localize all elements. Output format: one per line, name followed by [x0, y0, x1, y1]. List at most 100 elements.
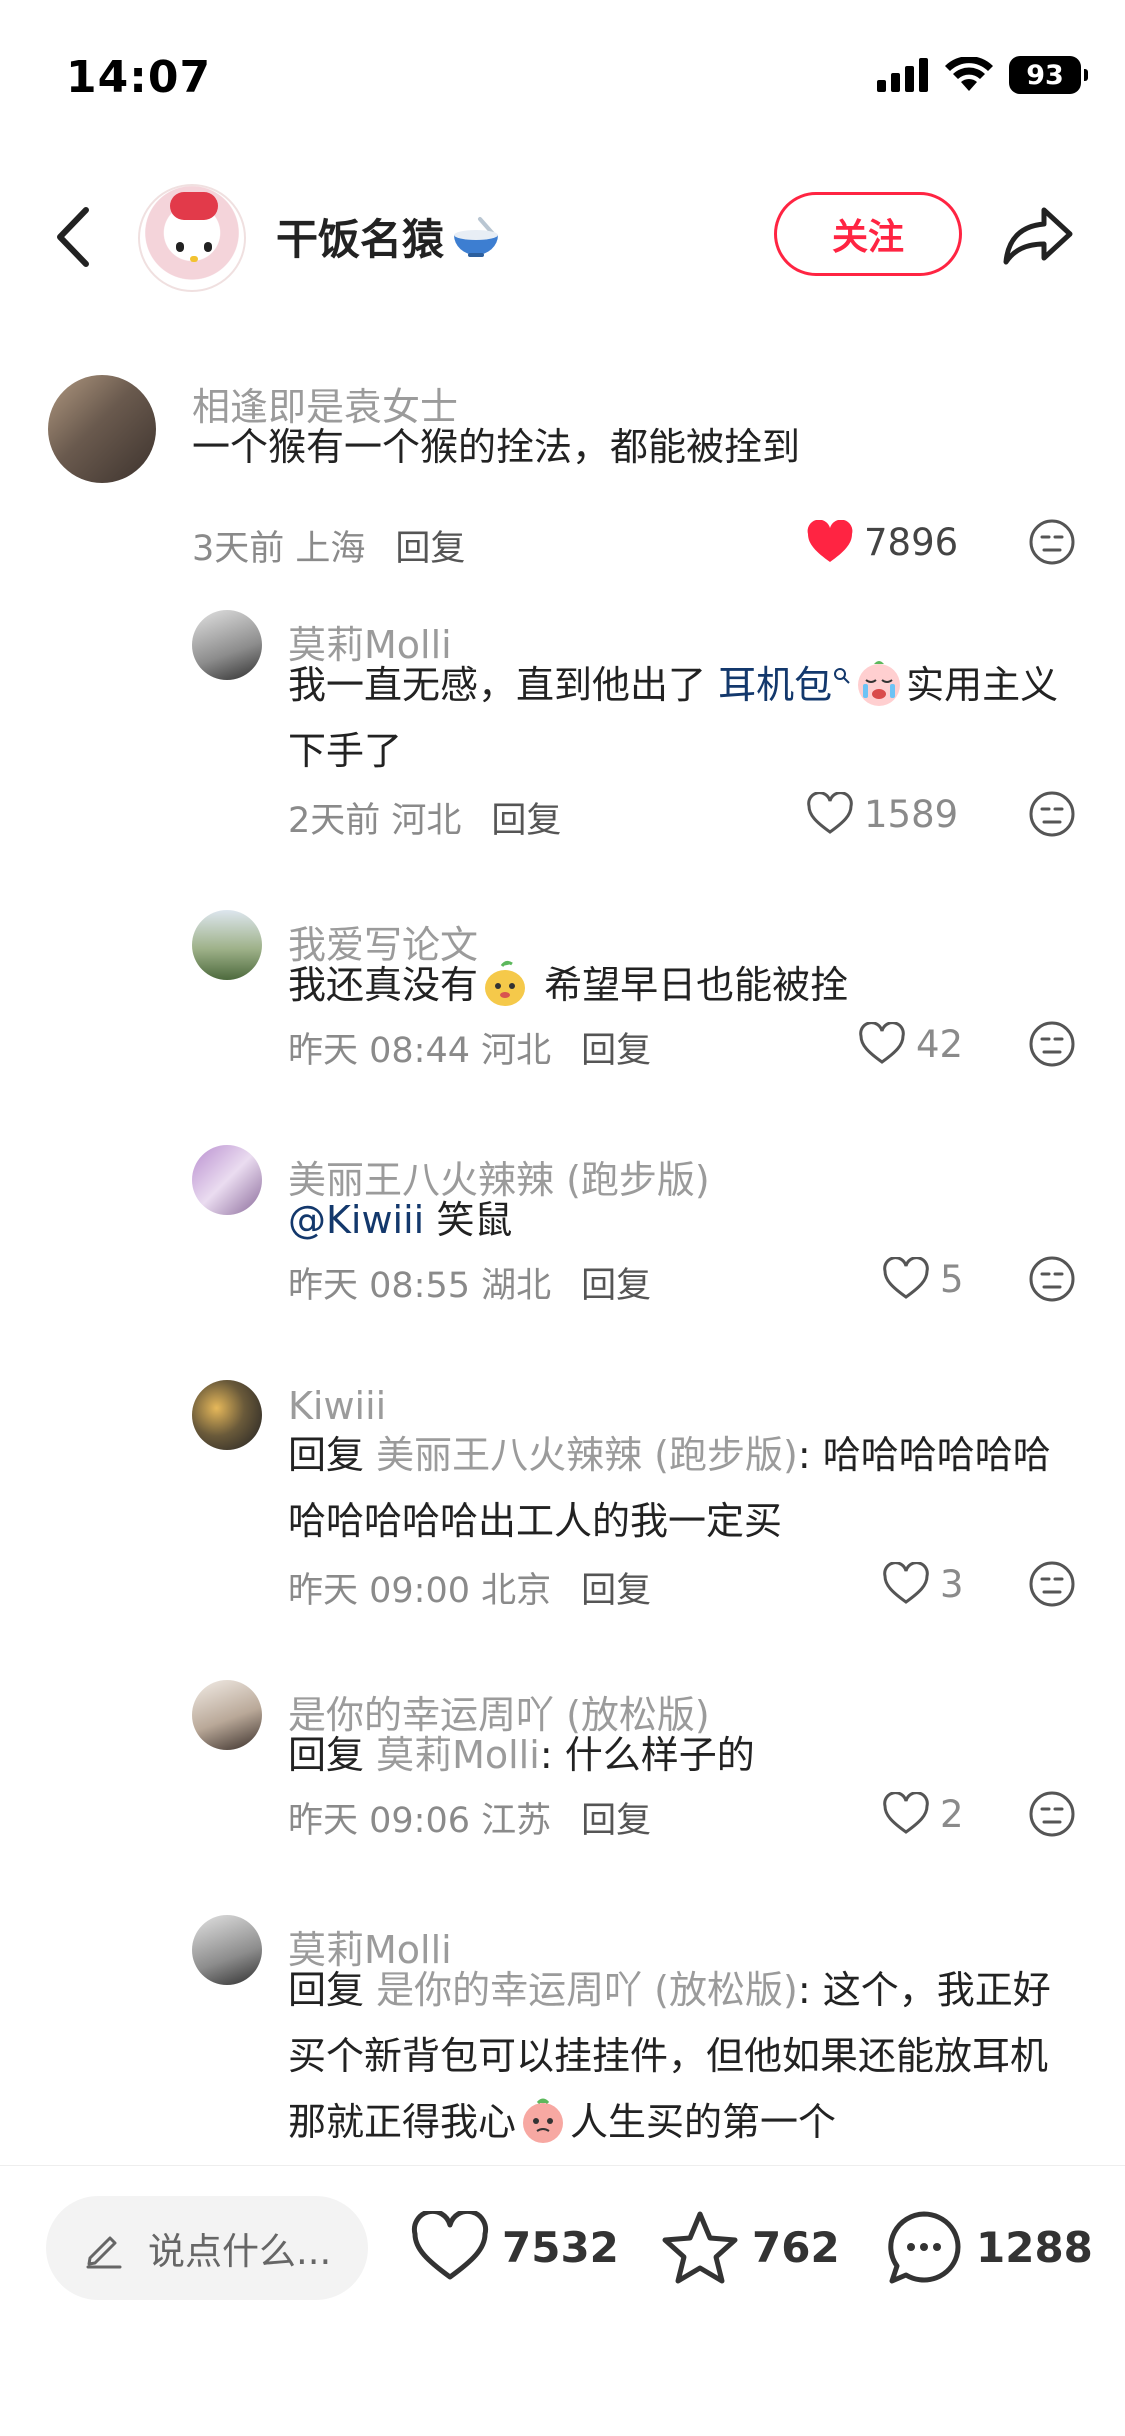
note-comment-count: 1288 [976, 2222, 1093, 2272]
comment-item: 莫莉Molli 回复 是你的幸运周吖 (放松版): 这个，我正好买个新背包可以挂… [0, 1915, 1125, 2165]
comment-text[interactable]: 回复 莫莉Molli: 什么样子的 [288, 1722, 1078, 1788]
comment-meta: 3天前 上海 回复 [192, 520, 465, 571]
like-count: 2 [940, 1792, 964, 1836]
like-count: 5 [940, 1257, 964, 1301]
back-icon[interactable] [50, 202, 100, 272]
reply-to-name[interactable]: 美丽王八火辣辣 (跑步版) [376, 1433, 798, 1477]
dislike-face-icon[interactable] [1028, 1560, 1076, 1608]
follow-button[interactable]: 关注 [774, 192, 962, 276]
pear-emoji-icon [485, 960, 526, 1006]
battery-icon: 93 [1009, 56, 1088, 94]
comment-input-placeholder: 说点什么... [148, 2230, 332, 2273]
comment-time-location: 昨天 09:00 北京 [288, 1571, 552, 1611]
comment-button[interactable]: 1288 [884, 2202, 1093, 2292]
comment-text[interactable]: 回复 是你的幸运周吖 (放松版): 这个，我正好买个新背包可以挂挂件，但他如果还… [288, 1957, 1078, 2155]
avatar[interactable] [192, 910, 262, 980]
comment-time-location: 昨天 09:06 江苏 [288, 1801, 552, 1841]
note-like-count: 7532 [502, 2222, 619, 2272]
comment-item: Kiwiii 回复 美丽王八火辣辣 (跑步版): 哈哈哈哈哈哈哈哈哈哈哈出工人的… [0, 1380, 1125, 1670]
comment-meta: 昨天 09:06 江苏 回复 [288, 1792, 651, 1843]
reply-button[interactable]: 回复 [581, 1031, 651, 1071]
reply-button[interactable]: 回复 [581, 1266, 651, 1306]
wifi-icon [945, 57, 993, 91]
reply-button[interactable]: 回复 [581, 1571, 651, 1611]
author-name[interactable]: 干饭名猿 [276, 206, 502, 267]
heart-icon [807, 792, 853, 834]
comment-item: 是你的幸运周吖 (放松版) 回复 莫莉Molli: 什么样子的 昨天 09:06… [0, 1680, 1125, 1910]
like-button[interactable]: 1589 [806, 784, 958, 844]
avatar-bow [170, 192, 218, 220]
dislike-face-icon[interactable] [1028, 518, 1076, 566]
heart-icon [859, 1022, 905, 1064]
comment-text[interactable]: 我一直无感，直到他出了 耳机包 实用主义下手了 [288, 652, 1078, 784]
comment-item: 美丽王八火辣辣 (跑步版) @Kiwiii 笑鼠 昨天 08:55 湖北 回复 5 [0, 1145, 1125, 1375]
status-bar: 14:07 93 [0, 0, 1125, 150]
signal-icon [877, 58, 928, 92]
heart-icon [883, 1562, 929, 1604]
heart-icon [883, 1792, 929, 1834]
reply-to-name[interactable]: 是你的幸运周吖 (放松版) [376, 1968, 798, 2012]
comment-text[interactable]: 回复 美丽王八火辣辣 (跑步版): 哈哈哈哈哈哈哈哈哈哈哈出工人的我一定买 [288, 1422, 1078, 1554]
like-button[interactable]: 42 [858, 1014, 963, 1074]
heart-icon [411, 2211, 489, 2280]
crying-emoji-icon [858, 661, 901, 706]
comment-item: 我爱写论文 我还真没有 希望早日也能被拴 昨天 08:44 河北 回复 42 [0, 910, 1125, 1140]
like-note-button[interactable]: 7532 [410, 2202, 619, 2292]
author-avatar[interactable] [138, 184, 246, 292]
comment-time-location: 昨天 08:44 河北 [288, 1031, 552, 1071]
topic-link[interactable]: 耳机包 [718, 663, 832, 707]
share-icon[interactable] [1000, 200, 1076, 272]
note-header: 干饭名猿 关注 [0, 170, 1125, 300]
note-collect-count: 762 [752, 2222, 840, 2272]
reply-to-name[interactable]: 莫莉Molli [376, 1733, 540, 1777]
avatar[interactable] [192, 1915, 262, 1985]
comment-meta: 2天前 河北 回复 [288, 792, 561, 843]
comment-text[interactable]: 我还真没有 希望早日也能被拴 [288, 952, 1078, 1018]
dislike-face-icon[interactable] [1028, 1255, 1076, 1303]
like-button[interactable]: 5 [882, 1249, 964, 1309]
avatar[interactable] [192, 1145, 262, 1215]
comment-input[interactable]: 说点什么... [46, 2196, 368, 2300]
bowl-emoji-icon [454, 216, 499, 257]
author-name-text: 干饭名猿 [276, 215, 445, 264]
comment-time-location: 3天前 上海 [192, 529, 366, 569]
peach-emoji-icon [523, 2098, 564, 2143]
dislike-face-icon[interactable] [1028, 1020, 1076, 1068]
search-small-icon [834, 668, 850, 684]
avatar[interactable] [192, 1680, 262, 1750]
heart-icon [807, 520, 853, 562]
comment-text[interactable]: 一个猴有一个猴的拴法，都能被拴到 [192, 414, 1052, 480]
star-icon [662, 2211, 738, 2284]
comment-bubble-icon [888, 2211, 961, 2284]
heart-icon [883, 1257, 929, 1299]
collect-button[interactable]: 762 [660, 2202, 840, 2292]
reply-button[interactable]: 回复 [581, 1801, 651, 1841]
like-button[interactable]: 3 [882, 1554, 964, 1614]
dislike-face-icon[interactable] [1028, 1790, 1076, 1838]
like-count: 3 [940, 1562, 964, 1606]
battery-level: 93 [1026, 59, 1064, 91]
comment-meta: 昨天 08:44 河北 回复 [288, 1022, 651, 1073]
comment-item: 相逢即是袁女士 一个猴有一个猴的拴法，都能被拴到 3天前 上海 回复 7896 [0, 370, 1125, 600]
comment-meta: 昨天 09:00 北京 回复 [288, 1562, 651, 1613]
comment-time-location: 2天前 河北 [288, 801, 462, 841]
status-icons: 93 [877, 56, 1088, 94]
comment-item: 莫莉Molli 我一直无感，直到他出了 耳机包 实用主义下手了 2天前 河北 回复 … [0, 610, 1125, 900]
bottom-action-bar: 说点什么... 7532 762 1288 [0, 2165, 1125, 2436]
reply-button[interactable]: 回复 [395, 529, 465, 569]
like-count: 1589 [864, 792, 959, 836]
like-count: 42 [916, 1022, 964, 1066]
comment-text[interactable]: @Kiwiii 笑鼠 [288, 1187, 1078, 1253]
comment-time-location: 昨天 08:55 湖北 [288, 1266, 552, 1306]
avatar[interactable] [48, 375, 156, 483]
like-button[interactable]: 7896 [806, 512, 958, 572]
avatar[interactable] [192, 610, 262, 680]
mention-link[interactable]: @Kiwiii [288, 1198, 424, 1242]
like-count: 7896 [864, 520, 959, 564]
reply-button[interactable]: 回复 [491, 801, 561, 841]
dislike-face-icon[interactable] [1028, 790, 1076, 838]
like-button[interactable]: 2 [882, 1784, 964, 1844]
pencil-icon [86, 2236, 122, 2269]
comment-list: 相逢即是袁女士 一个猴有一个猴的拴法，都能被拴到 3天前 上海 回复 7896 莫… [0, 370, 1125, 2165]
avatar[interactable] [192, 1380, 262, 1450]
